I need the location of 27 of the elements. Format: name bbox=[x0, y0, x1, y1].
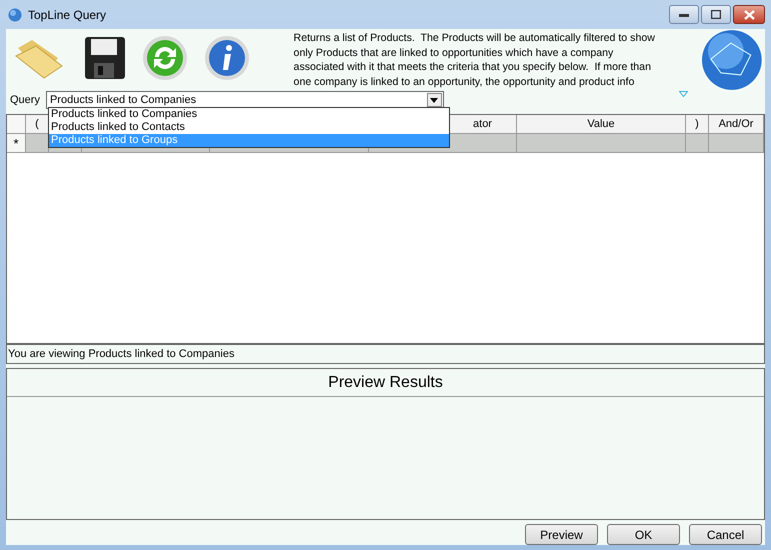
query-label: Query bbox=[10, 94, 40, 106]
globe-icon bbox=[701, 29, 764, 91]
column-header: And/Or bbox=[718, 118, 754, 130]
minimize-button[interactable] bbox=[669, 5, 699, 24]
status-text: You are viewing Products linked to Companies bbox=[6, 344, 765, 364]
dialog-button[interactable]: Cancel bbox=[689, 524, 762, 545]
dropdown-option[interactable]: Products linked to Companies bbox=[49, 108, 449, 121]
column-header: ( bbox=[35, 118, 39, 130]
minimize-icon bbox=[679, 12, 689, 16]
close-button[interactable] bbox=[733, 5, 765, 24]
dialog-button[interactable]: OK bbox=[607, 524, 680, 545]
maximize-button[interactable] bbox=[701, 5, 731, 24]
dropdown-arrow-icon bbox=[430, 98, 438, 102]
preview-title: Preview Results bbox=[7, 369, 764, 397]
close-icon bbox=[744, 10, 754, 20]
maximize-icon bbox=[711, 10, 721, 19]
description-text: Returns a list of Products. The Products will be automatically filtered to show only Products that are linked to opportunities which have a company associated with it that meets the criteria that you specify below. If more than one company is linked to an opportunity, the opportunity and product info bbox=[294, 31, 656, 87]
dropdown-option[interactable]: Products linked to Contacts bbox=[49, 121, 449, 134]
info-icon[interactable] bbox=[204, 35, 250, 81]
new-row-marker: * bbox=[7, 134, 26, 152]
column-header: ) bbox=[695, 118, 699, 130]
window-title: TopLine Query bbox=[28, 8, 106, 22]
globe-icon bbox=[8, 8, 22, 22]
dialog-button[interactable]: Preview bbox=[525, 524, 598, 545]
column-header: ator bbox=[473, 118, 492, 130]
column-header: Value bbox=[587, 118, 615, 130]
refresh-icon[interactable] bbox=[142, 35, 188, 81]
